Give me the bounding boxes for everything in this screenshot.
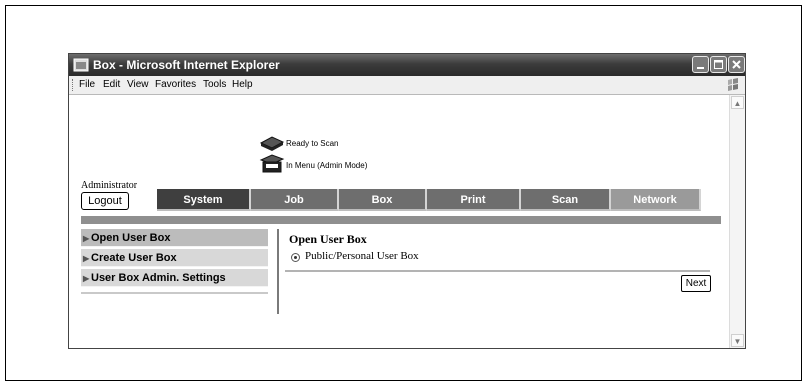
minimize-button[interactable] xyxy=(692,56,709,73)
vertical-scrollbar[interactable]: ▲ ▼ xyxy=(729,95,745,348)
menu-file[interactable]: File xyxy=(79,79,95,91)
menu-bar: File Edit View Favorites Tools Help xyxy=(69,76,745,95)
triangle-right-icon: ▶ xyxy=(83,254,90,263)
menu-tools[interactable]: Tools xyxy=(203,79,226,91)
scroll-up-icon[interactable]: ▲ xyxy=(731,96,744,109)
scanner-icon xyxy=(259,136,285,151)
menu-grip xyxy=(72,79,75,91)
title-bar[interactable]: Box - Microsoft Internet Explorer xyxy=(69,54,745,76)
sidebar-item-label: User Box Admin. Settings xyxy=(91,272,226,284)
sidebar-item-user-box-admin-settings[interactable]: ▶ User Box Admin. Settings xyxy=(81,269,268,287)
vertical-divider xyxy=(277,229,279,314)
maximize-icon xyxy=(714,60,723,69)
sidebar-divider xyxy=(81,292,268,294)
content-header-bar xyxy=(81,216,721,224)
triangle-right-icon: ▶ xyxy=(83,274,90,283)
tab-print[interactable]: Print xyxy=(427,189,521,211)
menu-help[interactable]: Help xyxy=(232,79,253,91)
public-personal-radio[interactable] xyxy=(291,253,300,262)
status-mode-text: In Menu (Admin Mode) xyxy=(286,161,368,170)
logout-button[interactable]: Logout xyxy=(81,192,129,210)
menu-edit[interactable]: Edit xyxy=(103,79,120,91)
user-role-label: Administrator xyxy=(81,180,138,191)
tab-box[interactable]: Box xyxy=(339,189,427,211)
minimize-icon xyxy=(697,67,704,69)
scroll-down-icon[interactable]: ▼ xyxy=(731,334,744,347)
scanner-icon xyxy=(259,154,285,173)
page-content: Ready to Scan In Menu (Admin Mode) Admin… xyxy=(69,95,729,348)
panel-divider xyxy=(285,270,710,272)
next-button[interactable]: Next xyxy=(681,275,711,292)
menu-favorites[interactable]: Favorites xyxy=(155,79,196,91)
sidebar-item-label: Open User Box xyxy=(91,232,171,244)
tab-job[interactable]: Job xyxy=(251,189,339,211)
tab-scan[interactable]: Scan xyxy=(521,189,611,211)
windows-flag-icon xyxy=(728,78,738,91)
ie-window-icon xyxy=(73,58,89,72)
status-ready-text: Ready to Scan xyxy=(286,139,339,148)
sidebar-item-open-user-box[interactable]: ▶ Open User Box xyxy=(81,229,268,247)
browser-window: Box - Microsoft Internet Explorer File E… xyxy=(68,53,746,349)
triangle-right-icon: ▶ xyxy=(83,234,90,243)
close-icon xyxy=(732,60,741,69)
sidebar-item-label: Create User Box xyxy=(91,252,177,264)
menu-view[interactable]: View xyxy=(127,79,149,91)
panel-title: Open User Box xyxy=(289,232,367,246)
tab-system[interactable]: System xyxy=(157,189,251,211)
radio-label: Public/Personal User Box xyxy=(305,250,419,262)
sidebar-item-create-user-box[interactable]: ▶ Create User Box xyxy=(81,249,268,267)
window-title: Box - Microsoft Internet Explorer xyxy=(93,58,280,72)
close-button[interactable] xyxy=(728,56,745,73)
maximize-button[interactable] xyxy=(710,56,727,73)
radio-dot xyxy=(294,256,297,259)
tab-network[interactable]: Network xyxy=(611,189,701,211)
